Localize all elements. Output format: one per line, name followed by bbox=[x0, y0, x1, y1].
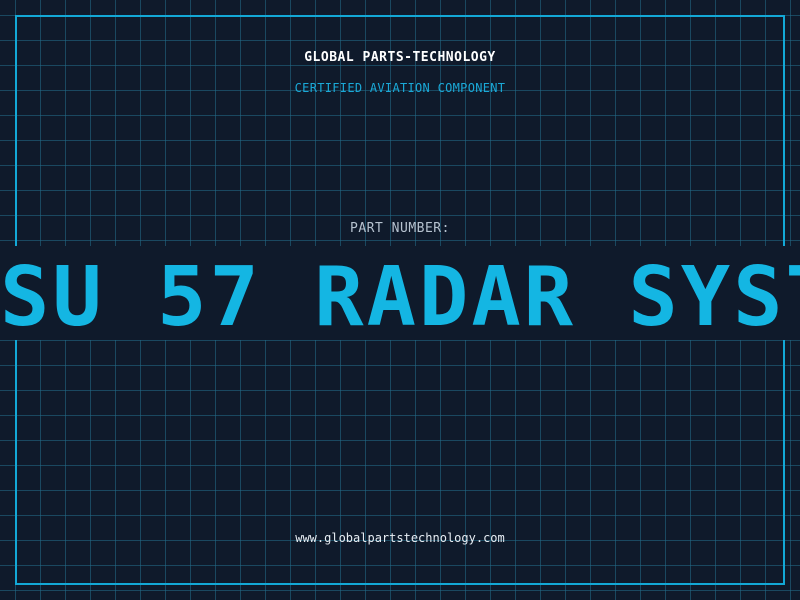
website-link[interactable]: www.globalpartstechnology.com bbox=[0, 531, 800, 545]
company-name: GLOBAL PARTS-TECHNOLOGY bbox=[304, 50, 496, 65]
part-number-label: PART NUMBER: bbox=[350, 221, 450, 236]
part-number-value: SU 57 RADAR SYSTEM bbox=[0, 258, 800, 338]
certification-subtitle: CERTIFIED AVIATION COMPONENT bbox=[294, 81, 506, 95]
